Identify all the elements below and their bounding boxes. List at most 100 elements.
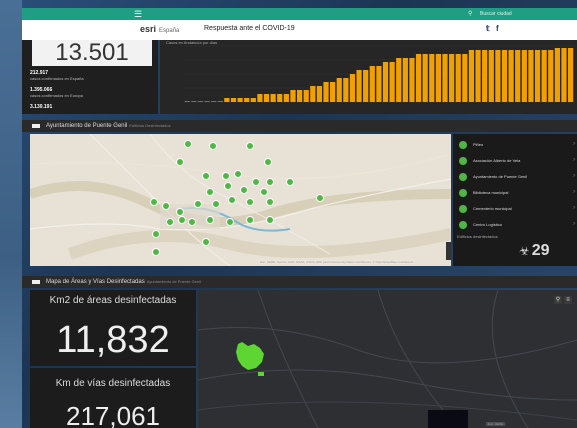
chart-bar[interactable] [356,70,362,102]
building-marker[interactable] [152,230,160,238]
chart-bar[interactable] [211,101,217,102]
chart-bar[interactable] [449,54,455,102]
building-marker[interactable] [206,188,214,196]
chart-bar[interactable] [521,50,527,102]
building-marker[interactable] [240,186,248,194]
building-marker[interactable] [266,198,274,206]
chart-bar[interactable] [548,50,554,102]
building-marker[interactable] [209,142,217,150]
chart-bar[interactable] [382,62,389,102]
chart-bar[interactable] [455,54,461,102]
chart-bar[interactable] [363,70,369,102]
chart-bar[interactable] [230,98,237,102]
building-marker[interactable] [162,202,170,210]
building-marker[interactable] [212,200,220,208]
search-input[interactable]: Buscar ciudad [480,10,512,18]
chart-bar[interactable] [422,54,428,102]
building-marker[interactable] [252,178,260,186]
chart-bar[interactable] [515,50,521,102]
building-marker[interactable] [206,216,214,224]
building-marker[interactable] [316,194,324,202]
chart-bar[interactable] [567,48,574,102]
building-marker[interactable] [152,248,160,256]
chart-bar[interactable] [296,90,303,102]
chart-bar[interactable] [244,98,250,102]
building-marker[interactable] [246,216,254,224]
chart-bar[interactable] [224,98,230,102]
chart-bar[interactable] [541,50,547,102]
building-marker[interactable] [178,216,186,224]
chart-bar[interactable] [475,50,481,102]
chart-bar[interactable] [336,78,342,102]
chart-bar[interactable] [343,78,349,102]
chart-bar[interactable] [204,101,210,102]
chart-bar[interactable] [283,94,289,102]
facebook-icon[interactable]: f [496,24,499,33]
chart-bar[interactable] [290,90,296,102]
twitter-icon[interactable]: 𝕥 [486,24,490,33]
menu-icon[interactable]: ☰ [134,9,142,19]
building-marker[interactable] [246,198,254,206]
building-marker[interactable] [222,172,230,180]
building-marker[interactable] [264,158,272,166]
layers-icon[interactable]: ≡ [564,296,572,304]
list-item[interactable]: Piñeo › [459,140,575,152]
chart-bar[interactable] [488,50,494,102]
building-marker[interactable] [194,200,202,208]
chart-bar[interactable] [528,50,534,102]
building-marker[interactable] [246,142,254,150]
chart-bar[interactable] [429,54,435,102]
chart-bar[interactable] [184,101,190,102]
chart-bar[interactable] [389,62,395,102]
chart-bar[interactable] [462,54,468,102]
building-marker[interactable] [286,178,294,186]
chart-bar[interactable] [435,54,441,102]
list-item[interactable]: Asociación Alberto de Vela › [459,156,575,168]
building-marker[interactable] [228,196,236,204]
chart-bar[interactable] [191,101,197,102]
chart-bar[interactable] [409,58,415,102]
chart-bar[interactable] [349,74,356,102]
building-marker[interactable] [202,238,210,246]
chart-bar[interactable] [323,82,329,102]
building-marker[interactable] [150,198,158,206]
building-marker[interactable] [266,216,274,224]
chart-bar[interactable] [330,82,336,102]
chart-bar[interactable] [376,66,382,102]
list-item[interactable]: Cementerio municipal › [459,204,575,216]
building-marker[interactable] [176,158,184,166]
chart-bar[interactable] [534,50,541,102]
building-marker[interactable] [224,182,232,190]
chart-bar[interactable] [316,86,323,102]
building-marker[interactable] [260,188,268,196]
chart-bar[interactable] [495,50,501,102]
building-marker[interactable] [266,178,274,186]
chart-bar[interactable] [270,94,276,102]
chart-bar[interactable] [303,90,309,102]
list-item[interactable]: Ayuntamiento de Puente Genil › [459,172,575,184]
chart-bar[interactable] [402,58,408,102]
chart-bar[interactable] [468,50,475,102]
chart-bar[interactable] [482,50,488,102]
chart-bar[interactable] [554,48,560,102]
chart-bar[interactable] [501,50,508,102]
list-item[interactable]: Centro Logístico › [459,220,575,232]
building-marker[interactable] [202,172,210,180]
chart-bar[interactable] [310,86,316,102]
chart-bar[interactable] [508,50,514,102]
areas-map[interactable]: ⚲ ≡ Esri, HERE [198,290,577,428]
search-icon[interactable]: ⚲ [468,9,472,19]
chart-bar[interactable] [561,48,567,102]
building-marker[interactable] [176,208,184,216]
building-marker[interactable] [188,218,196,226]
chart-bar[interactable] [197,101,204,102]
list-item[interactable]: Biblioteca municipal › [459,188,575,200]
search-icon[interactable]: ⚲ [554,296,562,304]
chart-bar[interactable] [257,94,263,102]
chart-bar[interactable] [415,54,422,102]
building-marker[interactable] [234,170,242,178]
chart-bar[interactable] [277,94,283,102]
building-marker[interactable] [166,218,174,226]
chart-bar[interactable] [250,98,256,102]
chart-bar[interactable] [369,66,375,102]
